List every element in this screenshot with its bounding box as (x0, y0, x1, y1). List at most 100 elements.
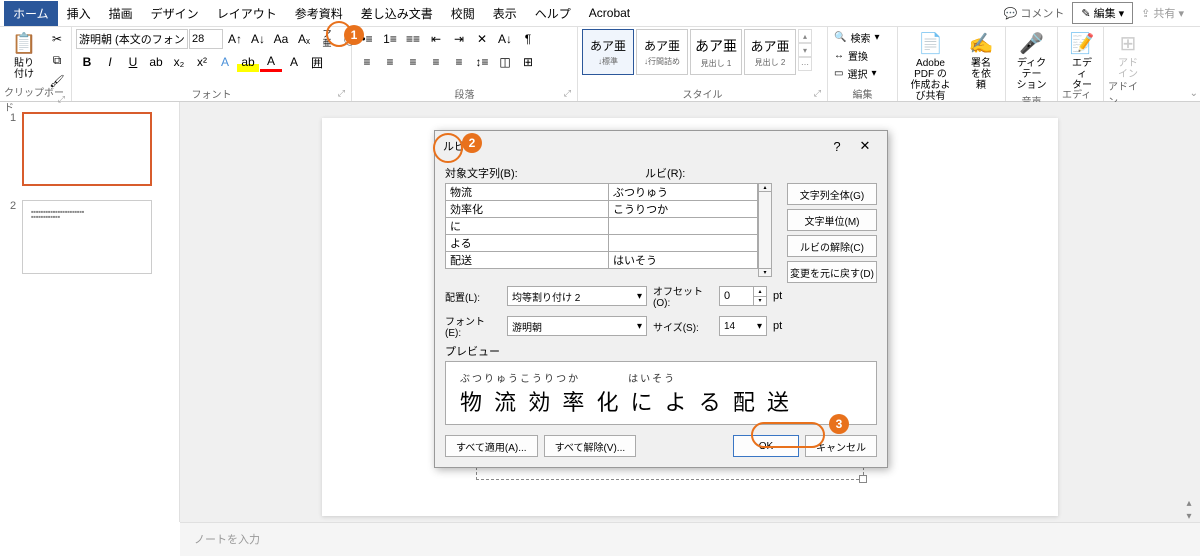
increase-indent-button[interactable]: ⇥ (448, 29, 470, 49)
replace-button[interactable]: ↔置換 (832, 47, 870, 64)
launcher-icon[interactable]: ⤢ (58, 94, 65, 105)
find-button[interactable]: 🔍検索▾ (832, 29, 881, 46)
underline-button[interactable]: U (122, 52, 144, 72)
size-select[interactable]: 14▾ (719, 316, 767, 336)
base-cell[interactable]: 効率化 (445, 200, 609, 218)
align-left-button[interactable]: ≡ (356, 52, 378, 72)
ruby-cell[interactable]: こうりつか (608, 200, 758, 218)
font-size-select[interactable] (189, 29, 223, 49)
share-icon: ⇪ (1141, 8, 1150, 20)
request-sign-button[interactable]: ✍署名 を依頼 (961, 29, 1001, 93)
thumb-1[interactable]: 1 (10, 112, 169, 186)
font-name-select[interactable] (76, 29, 188, 49)
base-cell[interactable]: に (445, 217, 609, 235)
font-color-button[interactable]: A (260, 52, 282, 72)
launcher-icon[interactable]: ⤢ (338, 88, 345, 99)
ruby-cell[interactable] (608, 234, 758, 252)
tab-design[interactable]: デザイン (142, 1, 208, 26)
font-select[interactable]: 游明朝▾ (507, 316, 647, 336)
superscript-button[interactable]: x² (191, 52, 213, 72)
dictate-button[interactable]: 🎤ディクテー ション (1010, 29, 1053, 93)
scroll-down-icon[interactable]: ▾ (1182, 511, 1196, 522)
tab-insert[interactable]: 挿入 (58, 1, 100, 26)
dialog-title-text: ルビ (443, 138, 823, 154)
dialog-titlebar[interactable]: ルビ ? ✕ (435, 131, 887, 161)
addin-button[interactable]: ⊞アド イン (1108, 29, 1148, 82)
ruby-cell[interactable] (608, 217, 758, 235)
change-case-button[interactable]: Aa (270, 29, 292, 49)
apply-all-button[interactable]: すべて適用(A)... (445, 435, 538, 457)
tab-help[interactable]: ヘルプ (526, 1, 580, 26)
thumb-2[interactable]: 2 ■■■■■■■■■■■■■■■■■■■■■■■■■■■■■■■■■■ (10, 200, 169, 274)
line-spacing-button[interactable]: ↕≡ (471, 52, 493, 72)
cut-button[interactable]: ✂ (46, 29, 68, 49)
multilevel-button[interactable]: ≡≡ (402, 29, 424, 49)
create-pdf-button[interactable]: 📄Adobe PDF の 作成および共有 (902, 29, 959, 104)
offset-input[interactable]: 0▴▾ (719, 286, 767, 306)
align-center-button[interactable]: ≡ (379, 52, 401, 72)
clear-all-button[interactable]: すべて解除(V)... (544, 435, 637, 457)
shading-button[interactable]: ◫ (494, 52, 516, 72)
tab-home[interactable]: ホーム (4, 1, 58, 26)
subscript-button[interactable]: x₂ (168, 52, 190, 72)
char-border-button[interactable]: 囲 (306, 52, 328, 72)
select-button[interactable]: ▭選択▾ (832, 65, 878, 82)
clear-ruby-button[interactable]: ルビの解除(C) (787, 235, 877, 257)
tab-layout[interactable]: レイアウト (208, 1, 286, 26)
clear-format-button[interactable]: Aₓ (293, 29, 315, 49)
editor-icon: 📝 (1070, 31, 1095, 56)
base-cell[interactable]: 配送 (445, 251, 609, 269)
scroll-up-icon[interactable]: ▴ (1182, 498, 1196, 509)
base-cell[interactable]: よる (445, 234, 609, 252)
help-button[interactable]: ? (823, 139, 851, 154)
notes-pane[interactable]: ノートを入力 (180, 522, 1200, 556)
paste-button[interactable]: 📋 貼り付け (4, 29, 44, 82)
style-gallery-nav[interactable]: ▴▾⋯ (798, 29, 812, 71)
style-nospacing[interactable]: あア亜↓行間詰め (636, 29, 688, 75)
bold-button[interactable]: B (76, 52, 98, 72)
tab-view[interactable]: 表示 (484, 1, 526, 26)
copy-button[interactable]: ⧉ (46, 50, 68, 70)
show-marks-button[interactable]: ¶ (517, 29, 539, 49)
sort-button[interactable]: A↓ (494, 29, 516, 49)
tab-draw[interactable]: 描画 (100, 1, 142, 26)
align-right-button[interactable]: ≡ (402, 52, 424, 72)
share-button[interactable]: ⇪ 共有 ▾ (1135, 3, 1190, 23)
style-h2[interactable]: あア亜見出し 2 (744, 29, 796, 75)
style-normal[interactable]: あア亜↓標準 (582, 29, 634, 75)
borders-button[interactable]: ⊞ (517, 52, 539, 72)
tab-acrobat[interactable]: Acrobat (580, 2, 639, 24)
decrease-indent-button[interactable]: ⇤ (425, 29, 447, 49)
numbering-button[interactable]: 1≡ (379, 29, 401, 49)
align-select[interactable]: 均等割り付け 2▾ (507, 286, 647, 306)
per-char-button[interactable]: 文字単位(M) (787, 209, 877, 231)
grow-font-button[interactable]: A↑ (224, 29, 246, 49)
launcher-icon[interactable]: ⤢ (814, 88, 821, 99)
launcher-icon[interactable]: ⤢ (564, 88, 571, 99)
asian-layout-button[interactable]: ✕ (471, 29, 493, 49)
chevron-down-icon: ▾ (757, 321, 762, 332)
tab-review[interactable]: 校閲 (442, 1, 484, 26)
italic-button[interactable]: I (99, 52, 121, 72)
highlight-button[interactable]: ab (237, 52, 259, 72)
ruby-cell[interactable]: ぶつりゅう (608, 183, 758, 201)
close-button[interactable]: ✕ (851, 138, 879, 154)
shrink-font-button[interactable]: A↓ (247, 29, 269, 49)
style-h1[interactable]: あア亜見出し 1 (690, 29, 742, 75)
editor-button[interactable]: 📝エディ ター (1062, 29, 1102, 93)
editing-mode-button[interactable]: ✎ 編集 ▾ (1072, 2, 1133, 24)
justify-button[interactable]: ≡ (425, 52, 447, 72)
base-cell[interactable]: 物流 (445, 183, 609, 201)
text-effects-button[interactable]: A (214, 52, 236, 72)
comments-button[interactable]: 💬 コメント (998, 3, 1071, 23)
row-nav[interactable]: ▴▾ (758, 183, 772, 277)
distribute-button[interactable]: ≡ (448, 52, 470, 72)
char-shading-button[interactable]: A (283, 52, 305, 72)
strike-button[interactable]: ab (145, 52, 167, 72)
reset-button[interactable]: 変更を元に戻す(D) (787, 261, 877, 283)
ruby-cell[interactable]: はいそう (608, 251, 758, 269)
menu-bar: ホーム 挿入 描画 デザイン レイアウト 参考資料 差し込み文書 校閲 表示 ヘ… (0, 0, 1200, 27)
whole-string-button[interactable]: 文字列全体(G) (787, 183, 877, 205)
ribbon-collapse-icon[interactable]: ⌄ (1190, 88, 1198, 99)
tab-mailings[interactable]: 差し込み文書 (352, 1, 442, 26)
